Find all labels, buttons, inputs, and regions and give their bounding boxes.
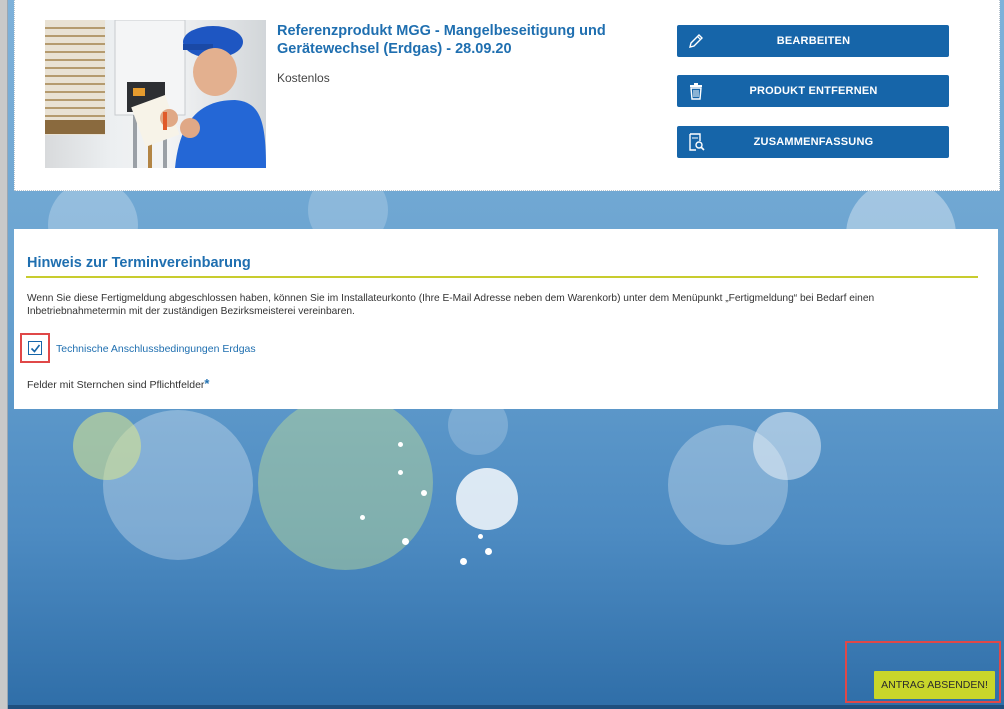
required-fields-text: Felder mit Sternchen sind Pflichtfelder — [27, 379, 205, 391]
info-text: Wenn Sie diese Fertigmeldung abgeschloss… — [27, 293, 875, 317]
required-fields-note: Felder mit Sternchen sind Pflichtfelder* — [27, 376, 209, 391]
terms-checkbox[interactable] — [28, 341, 42, 355]
bokeh-circle — [398, 470, 403, 475]
technician-photo-icon — [45, 20, 266, 168]
document-search-icon — [684, 130, 708, 154]
product-card: Referenzprodukt MGG - Mangelbeseitigung … — [14, 0, 1000, 191]
info-title: Hinweis zur Terminvereinbarung — [27, 255, 251, 271]
required-star: * — [204, 376, 210, 391]
appointment-info-card: Hinweis zur Terminvereinbarung Wenn Sie … — [14, 229, 998, 409]
product-title[interactable]: Referenzprodukt MGG - Mangelbeseitigung … — [277, 22, 607, 58]
submit-application-button[interactable]: ANTRAG ABSENDEN! — [874, 671, 995, 699]
bokeh-circle — [460, 558, 467, 565]
title-divider — [26, 276, 978, 278]
edit-button-label: BEARBEITEN — [776, 35, 851, 47]
bokeh-circle — [398, 442, 403, 447]
bokeh-circle — [753, 412, 821, 480]
remove-product-button[interactable]: PRODUKT ENTFERNEN — [677, 75, 949, 107]
bokeh-circle — [402, 538, 409, 545]
pencil-icon — [684, 29, 708, 53]
trash-icon — [684, 79, 708, 103]
bokeh-circle — [360, 515, 365, 520]
bokeh-circle — [421, 490, 427, 496]
bokeh-circle — [478, 534, 483, 539]
remove-product-button-label: PRODUKT ENTFERNEN — [749, 85, 878, 97]
checkmark-icon — [30, 344, 40, 353]
edit-button[interactable]: BEARBEITEN — [677, 25, 949, 57]
summary-button-label: ZUSAMMENFASSUNG — [753, 136, 874, 148]
product-price: Kostenlos — [277, 71, 330, 85]
summary-button[interactable]: ZUSAMMENFASSUNG — [677, 126, 949, 158]
bokeh-circle — [73, 412, 141, 480]
terms-checkbox-label[interactable]: Technische Anschlussbedingungen Erdgas — [56, 343, 256, 355]
bokeh-circle — [456, 468, 518, 530]
footer-bar — [8, 705, 1004, 709]
page-background: Referenzprodukt MGG - Mangelbeseitigung … — [7, 0, 1004, 709]
bokeh-circle — [485, 548, 492, 555]
product-image — [45, 20, 266, 168]
